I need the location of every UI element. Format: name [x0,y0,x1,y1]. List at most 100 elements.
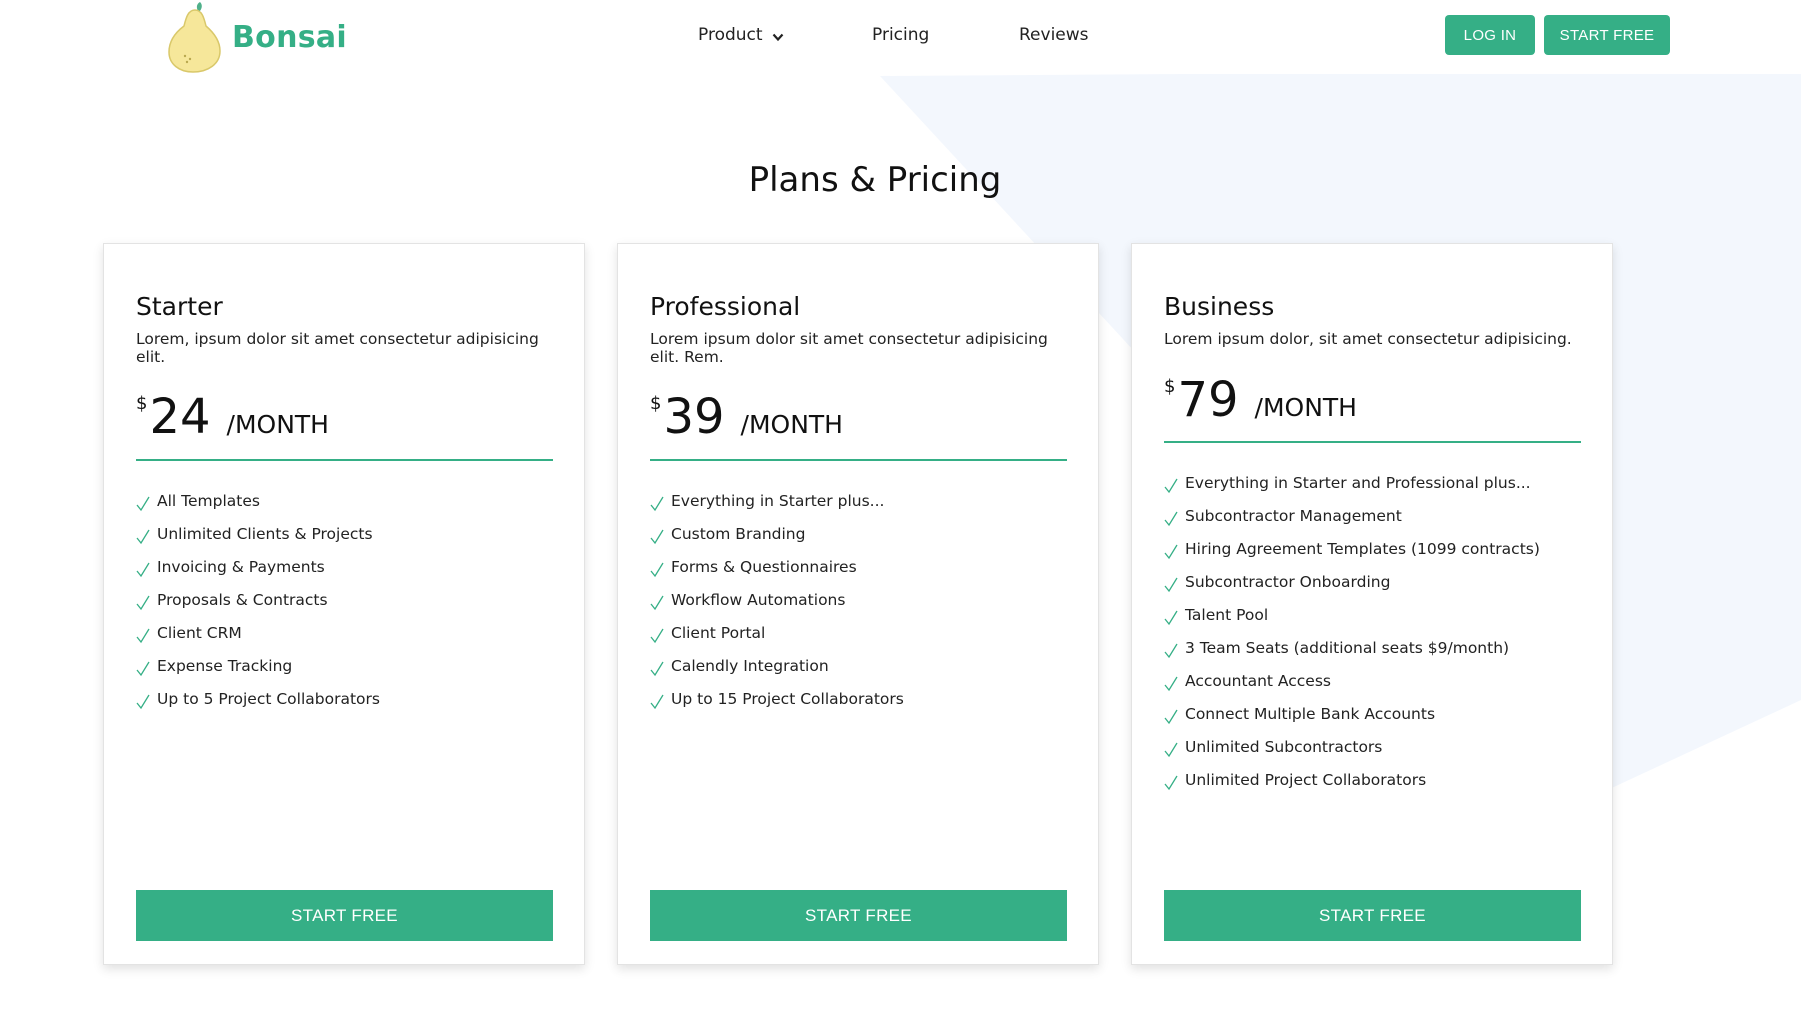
nav-item-product[interactable]: Product [698,25,784,45]
check-icon [1164,775,1178,790]
feature-item: Hiring Agreement Templates (1099 contrac… [1164,532,1540,565]
feature-label: Expense Tracking [157,656,293,675]
feature-item: Forms & Questionnaires [650,550,904,583]
start-free-button-business[interactable]: START FREE [1164,890,1581,941]
plan-card-professional: Professional Lorem ipsum dolor sit amet … [617,243,1099,965]
feature-item: Everything in Starter plus... [650,484,904,517]
feature-label: Hiring Agreement Templates (1099 contrac… [1185,539,1540,558]
nav-item-label: Product [698,25,763,45]
feature-item: Talent Pool [1164,598,1540,631]
plan-price: $ 39 /MONTH [650,389,843,445]
price-amount: 39 [663,389,725,445]
start-free-button-professional[interactable]: START FREE [650,890,1067,941]
price-divider [136,459,553,461]
page-title: Plans & Pricing [748,160,1002,200]
plan-card-starter: Starter Lorem, ipsum dolor sit amet cons… [103,243,585,965]
price-period: /MONTH [1254,393,1357,422]
feature-item: Client CRM [136,616,380,649]
feature-label: Subcontractor Management [1185,506,1402,525]
feature-label: Workflow Automations [671,590,846,609]
plan-name: Business [1164,292,1275,321]
price-period: /MONTH [740,410,843,439]
plan-description: Lorem, ipsum dolor sit amet consectetur … [136,330,539,366]
plan-price: $ 24 /MONTH [136,389,329,445]
feature-item: Invoicing & Payments [136,550,380,583]
check-icon [1164,709,1178,724]
nav-item-label: Reviews [1019,25,1089,45]
start-free-header-button[interactable]: START FREE [1544,15,1670,55]
feature-item: Unlimited Project Collaborators [1164,763,1540,796]
check-icon [650,628,664,643]
check-icon [136,694,150,709]
price-currency: $ [136,393,148,414]
feature-label: Custom Branding [671,524,806,543]
feature-label: Unlimited Clients & Projects [157,524,373,543]
feature-item: Accountant Access [1164,664,1540,697]
feature-item: Subcontractor Management [1164,499,1540,532]
feature-list: All Templates Unlimited Clients & Projec… [136,484,380,715]
price-amount: 24 [149,389,211,445]
plan-name: Starter [136,292,223,321]
feature-item: Unlimited Clients & Projects [136,517,380,550]
feature-label: Connect Multiple Bank Accounts [1185,704,1436,723]
feature-label: All Templates [157,491,260,510]
feature-label: Everything in Starter plus... [671,491,885,510]
plan-name: Professional [650,292,801,321]
feature-label: Talent Pool [1185,605,1269,624]
feature-label: Unlimited Project Collaborators [1185,770,1427,789]
feature-label: 3 Team Seats (additional seats $9/month) [1185,638,1510,657]
check-icon [650,496,664,511]
feature-item: Custom Branding [650,517,904,550]
feature-item: Everything in Starter and Professional p… [1164,466,1540,499]
price-period: /MONTH [226,410,329,439]
check-icon [1164,643,1178,658]
feature-item: Expense Tracking [136,649,380,682]
check-icon [650,694,664,709]
price-currency: $ [650,393,662,414]
nav-item-pricing[interactable]: Pricing [872,25,929,45]
check-icon [136,562,150,577]
plan-description: Lorem ipsum dolor sit amet consectetur a… [650,330,1048,366]
feature-item: Proposals & Contracts [136,583,380,616]
check-icon [136,661,150,676]
feature-label: Up to 5 Project Collaborators [157,689,380,708]
nav-item-label: Pricing [872,25,930,45]
check-icon [1164,742,1178,757]
check-icon [650,562,664,577]
feature-label: Invoicing & Payments [157,557,325,576]
check-icon [136,628,150,643]
check-icon [650,595,664,610]
feature-label: Unlimited Subcontractors [1185,737,1383,756]
price-currency: $ [1164,376,1176,397]
login-button[interactable]: LOG IN [1445,15,1535,55]
start-free-button-starter[interactable]: START FREE [136,890,553,941]
feature-item: Unlimited Subcontractors [1164,730,1540,763]
check-icon [1164,610,1178,625]
check-icon [136,496,150,511]
price-divider [1164,441,1581,443]
feature-label: Client CRM [157,623,242,642]
plan-price: $ 79 /MONTH [1164,372,1357,428]
check-icon [1164,676,1178,691]
check-icon [1164,478,1178,493]
check-icon [136,595,150,610]
nav-item-reviews[interactable]: Reviews [1019,25,1089,45]
plan-description: Lorem ipsum dolor, sit amet consectetur … [1164,330,1572,348]
feature-label: Client Portal [671,623,766,642]
check-icon [650,529,664,544]
check-icon [1164,544,1178,559]
feature-label: Up to 15 Project Collaborators [671,689,904,708]
check-icon [136,529,150,544]
feature-item: Connect Multiple Bank Accounts [1164,697,1540,730]
feature-label: Calendly Integration [671,656,829,675]
chevron-down-icon [772,33,783,41]
price-divider [650,459,1067,461]
plan-card-business: Business Lorem ipsum dolor, sit amet con… [1131,243,1613,965]
feature-label: Proposals & Contracts [157,590,328,609]
feature-item: 3 Team Seats (additional seats $9/month) [1164,631,1540,664]
check-icon [650,661,664,676]
site-header: Bonsai Product Pricing Reviews LOG IN ST… [0,0,1801,74]
feature-item: Subcontractor Onboarding [1164,565,1540,598]
price-amount: 79 [1177,372,1239,428]
feature-label: Subcontractor Onboarding [1185,572,1391,591]
